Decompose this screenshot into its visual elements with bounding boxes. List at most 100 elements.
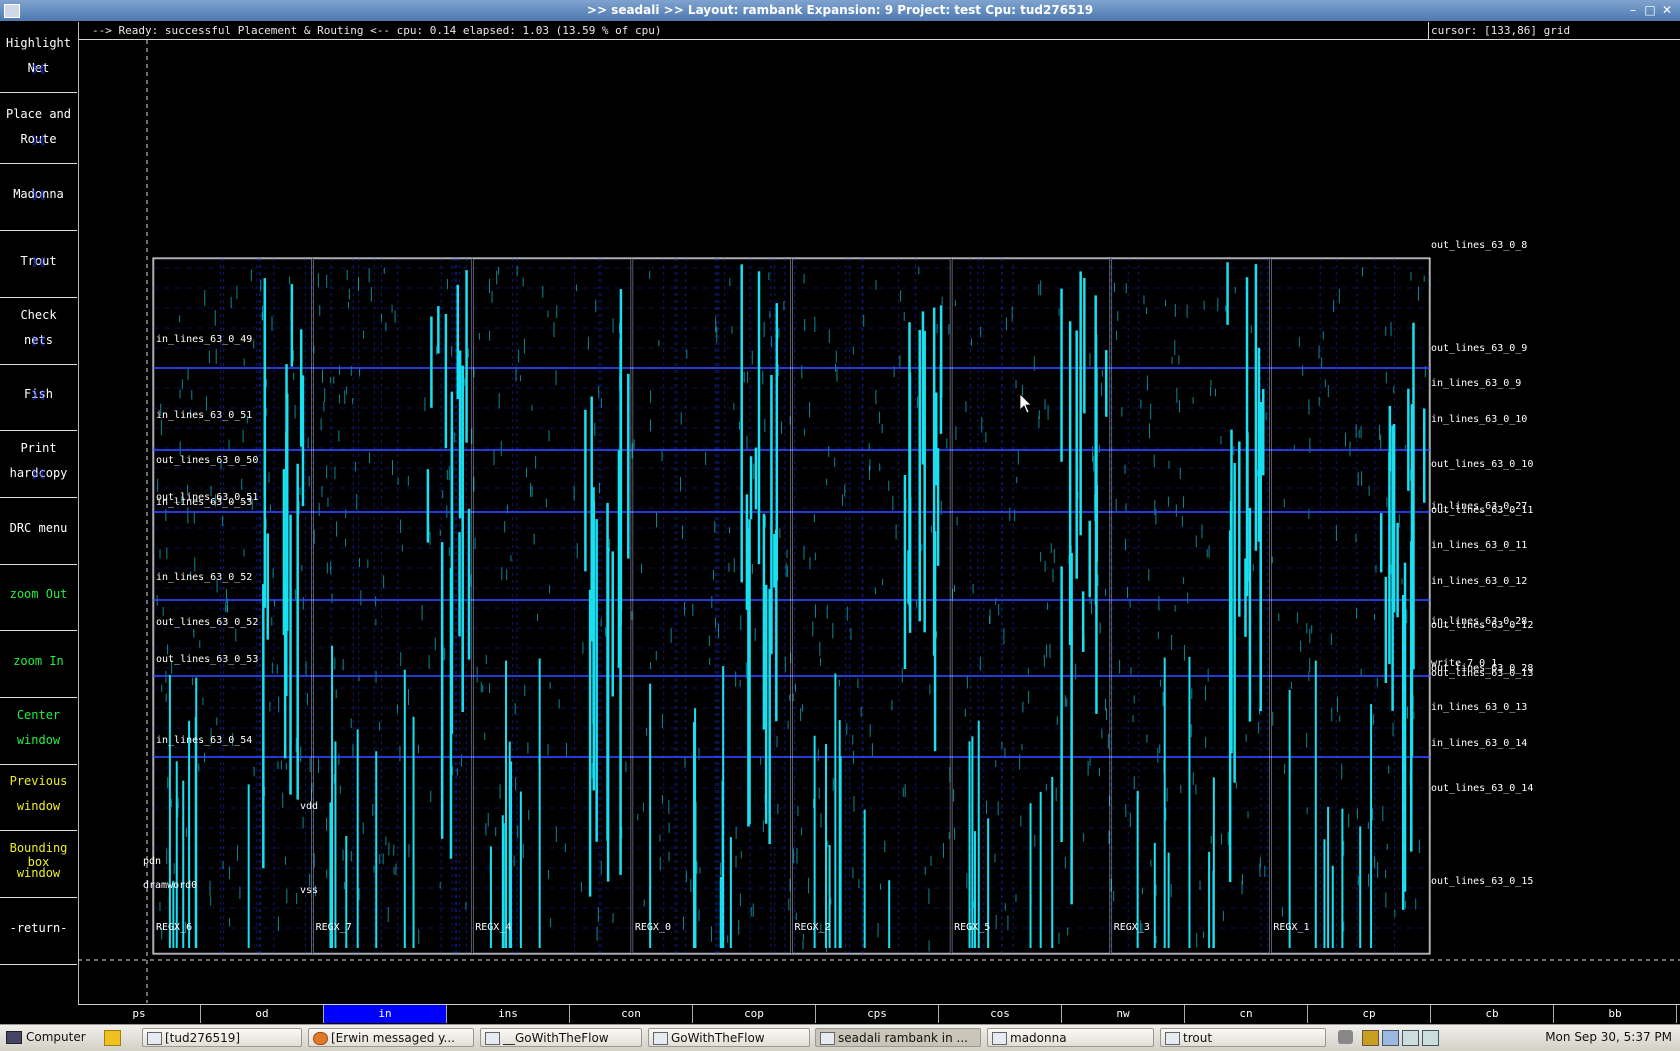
taskbar-task[interactable]: [Erwin messaged y...	[308, 1028, 474, 1047]
net-label: pdn	[143, 856, 161, 867]
layer-tab-in[interactable]: in	[324, 1005, 447, 1023]
pin-label-left: in_lines_63_0_53	[156, 497, 252, 508]
-return-button[interactable]: -return-	[0, 894, 77, 965]
drc-menu-button[interactable]: DRC menu	[0, 494, 77, 565]
task-label: GoWithTheFlow	[671, 1031, 765, 1045]
right-arrow-icon: 》	[32, 335, 43, 348]
net-label: vdd	[300, 801, 318, 812]
button-label: Place and	[5, 107, 72, 121]
pin-label-right: out_lines_63_0_10	[1431, 459, 1533, 470]
volume-icon[interactable]	[1338, 1030, 1353, 1044]
taskbar-task[interactable]: __GoWithTheFlow	[480, 1028, 642, 1047]
pin-label-left: out_lines_63_0_53	[156, 654, 258, 665]
cell-name-label: REGX_5	[954, 922, 990, 933]
right-arrow-icon: 》	[32, 389, 43, 402]
button-label: Highlight	[5, 36, 72, 50]
cell-name-label: REGX_4	[475, 922, 511, 933]
center-button[interactable]: Center window	[0, 694, 77, 765]
right-arrow-icon: 》	[32, 134, 43, 147]
taskbar-task[interactable]: GoWithTheFlow	[648, 1028, 810, 1047]
cell-name-label: REGX_0	[635, 922, 671, 933]
highlight-button[interactable]: Highlight Net 《》	[0, 22, 77, 93]
window-title: >> seadali >> Layout: rambank Expansion:…	[586, 3, 1094, 17]
check-button[interactable]: Check nets 《》	[0, 294, 77, 365]
minimize-button[interactable]: –	[1625, 1, 1641, 19]
right-arrow-icon: 》	[32, 468, 43, 481]
bounding-box-button[interactable]: Bounding box window	[0, 827, 77, 898]
layer-tab-cb[interactable]: cb	[1431, 1005, 1554, 1023]
button-label: window	[16, 799, 61, 813]
layer-tab-bb[interactable]: bb	[1554, 1005, 1677, 1023]
pin-label-right: out_lines_63_0_14	[1431, 783, 1533, 794]
taskbar-task[interactable]: madonna	[987, 1028, 1154, 1047]
layer-tab-con[interactable]: con	[570, 1005, 693, 1023]
pin-label-left: in_lines_63_0_51	[156, 410, 252, 421]
button-label: Center	[16, 708, 61, 722]
notes-icon[interactable]	[104, 1030, 121, 1046]
cell-name-label: REGX_2	[795, 922, 831, 933]
clock[interactable]: Mon Sep 30, 5:37 PM	[1545, 1030, 1672, 1044]
computer-menu-label: Computer	[26, 1030, 86, 1044]
computer-icon	[6, 1031, 22, 1044]
window-icon	[820, 1032, 835, 1045]
pin-label-left: in_lines_63_0_49	[156, 334, 252, 345]
layer-tab-cos[interactable]: cos	[939, 1005, 1062, 1023]
taskbar-task[interactable]: trout	[1160, 1028, 1326, 1047]
cell-name-label: REGX_3	[1114, 922, 1150, 933]
layer-tab-cn[interactable]: cn	[1185, 1005, 1308, 1023]
window-icon	[147, 1032, 162, 1045]
pin-label-right: out_lines_63_0_8	[1431, 240, 1527, 251]
status-line: --> Ready: successful Placement & Routin…	[78, 22, 1680, 40]
pin-label-left: out_lines_63_0_50	[156, 455, 258, 466]
zoom-in-button[interactable]: zoom In	[0, 627, 77, 698]
zoom-out-button[interactable]: zoom Out	[0, 560, 77, 631]
window-icon	[653, 1032, 668, 1045]
maximize-button[interactable]: □	[1642, 1, 1658, 19]
button-label: Previous	[9, 774, 68, 788]
button-label: window	[16, 866, 61, 880]
cell-name-label: REGX_7	[316, 922, 352, 933]
pin-label-right: in_lines_63_0_12	[1431, 576, 1527, 587]
layer-tab-cp[interactable]: cp	[1308, 1005, 1431, 1023]
pin-label-right: out_lines_63_0_12	[1431, 620, 1533, 631]
taskbar-task[interactable]: [tud276519]	[142, 1028, 302, 1047]
layer-tab-ps[interactable]: ps	[78, 1005, 201, 1023]
net-label: vss	[300, 885, 318, 896]
window-icon	[1165, 1032, 1180, 1045]
trout-button[interactable]: Trout 《》	[0, 227, 77, 298]
layer-tab-cop[interactable]: cop	[693, 1005, 816, 1023]
previous-button[interactable]: Previous window	[0, 760, 77, 831]
right-arrow-icon: 》	[32, 189, 43, 202]
pin-label-right: out_lines_63_0_11	[1431, 505, 1533, 516]
right-arrow-icon: 》	[32, 256, 43, 269]
taskbar: Computer [tud276519] [Erwin messaged y...…	[0, 1024, 1680, 1051]
pin-label-left: in_lines_63_0_52	[156, 572, 252, 583]
layer-tab-ins[interactable]: ins	[447, 1005, 570, 1023]
taskbar-task[interactable]: seadali rambank in ...	[815, 1028, 981, 1047]
workspace-3-icon[interactable]	[1402, 1030, 1419, 1046]
workspace-1-icon[interactable]	[1362, 1030, 1379, 1046]
computer-menu-button[interactable]: Computer	[4, 1028, 86, 1047]
button-label: DRC menu	[9, 521, 68, 535]
task-label: __GoWithTheFlow	[503, 1031, 609, 1045]
fish-button[interactable]: Fish 《》	[0, 360, 77, 431]
pin-label-right: in_lines_63_0_9	[1431, 378, 1521, 389]
madonna-button[interactable]: Madonna 《》	[0, 160, 77, 231]
button-label: Bounding box	[9, 841, 68, 869]
layer-tab-nw[interactable]: nw	[1062, 1005, 1185, 1023]
button-label: zoom Out	[9, 587, 68, 601]
layout-canvas[interactable]: REGX_6 REGX_7 REGX_4 REGX_0 REGX_2 REGX_5 REGX…	[78, 40, 1680, 1003]
pin-label-right: out_lines_63_0_13	[1431, 668, 1533, 679]
status-message: --> Ready: successful Placement & Routin…	[92, 24, 662, 37]
layer-tabs: ps od in ins con cop cps cos nw cn cp cb bb	[78, 1004, 1680, 1024]
close-button[interactable]: ✕	[1659, 1, 1675, 19]
pin-label-right: out_lines_63_0_9	[1431, 343, 1527, 354]
layer-tab-cps[interactable]: cps	[816, 1005, 939, 1023]
command-menu: Highlight Net 《》 Place and Route 《》 Madonna 《》 T…	[0, 22, 79, 1004]
place-and-button[interactable]: Place and Route 《》	[0, 93, 77, 164]
layer-tab-od[interactable]: od	[201, 1005, 324, 1023]
cell-name-label: REGX_1	[1273, 922, 1309, 933]
workspace-4-icon[interactable]	[1422, 1030, 1439, 1046]
print-button[interactable]: Print hardcopy 《》	[0, 427, 77, 498]
workspace-2-icon[interactable]	[1382, 1030, 1399, 1046]
